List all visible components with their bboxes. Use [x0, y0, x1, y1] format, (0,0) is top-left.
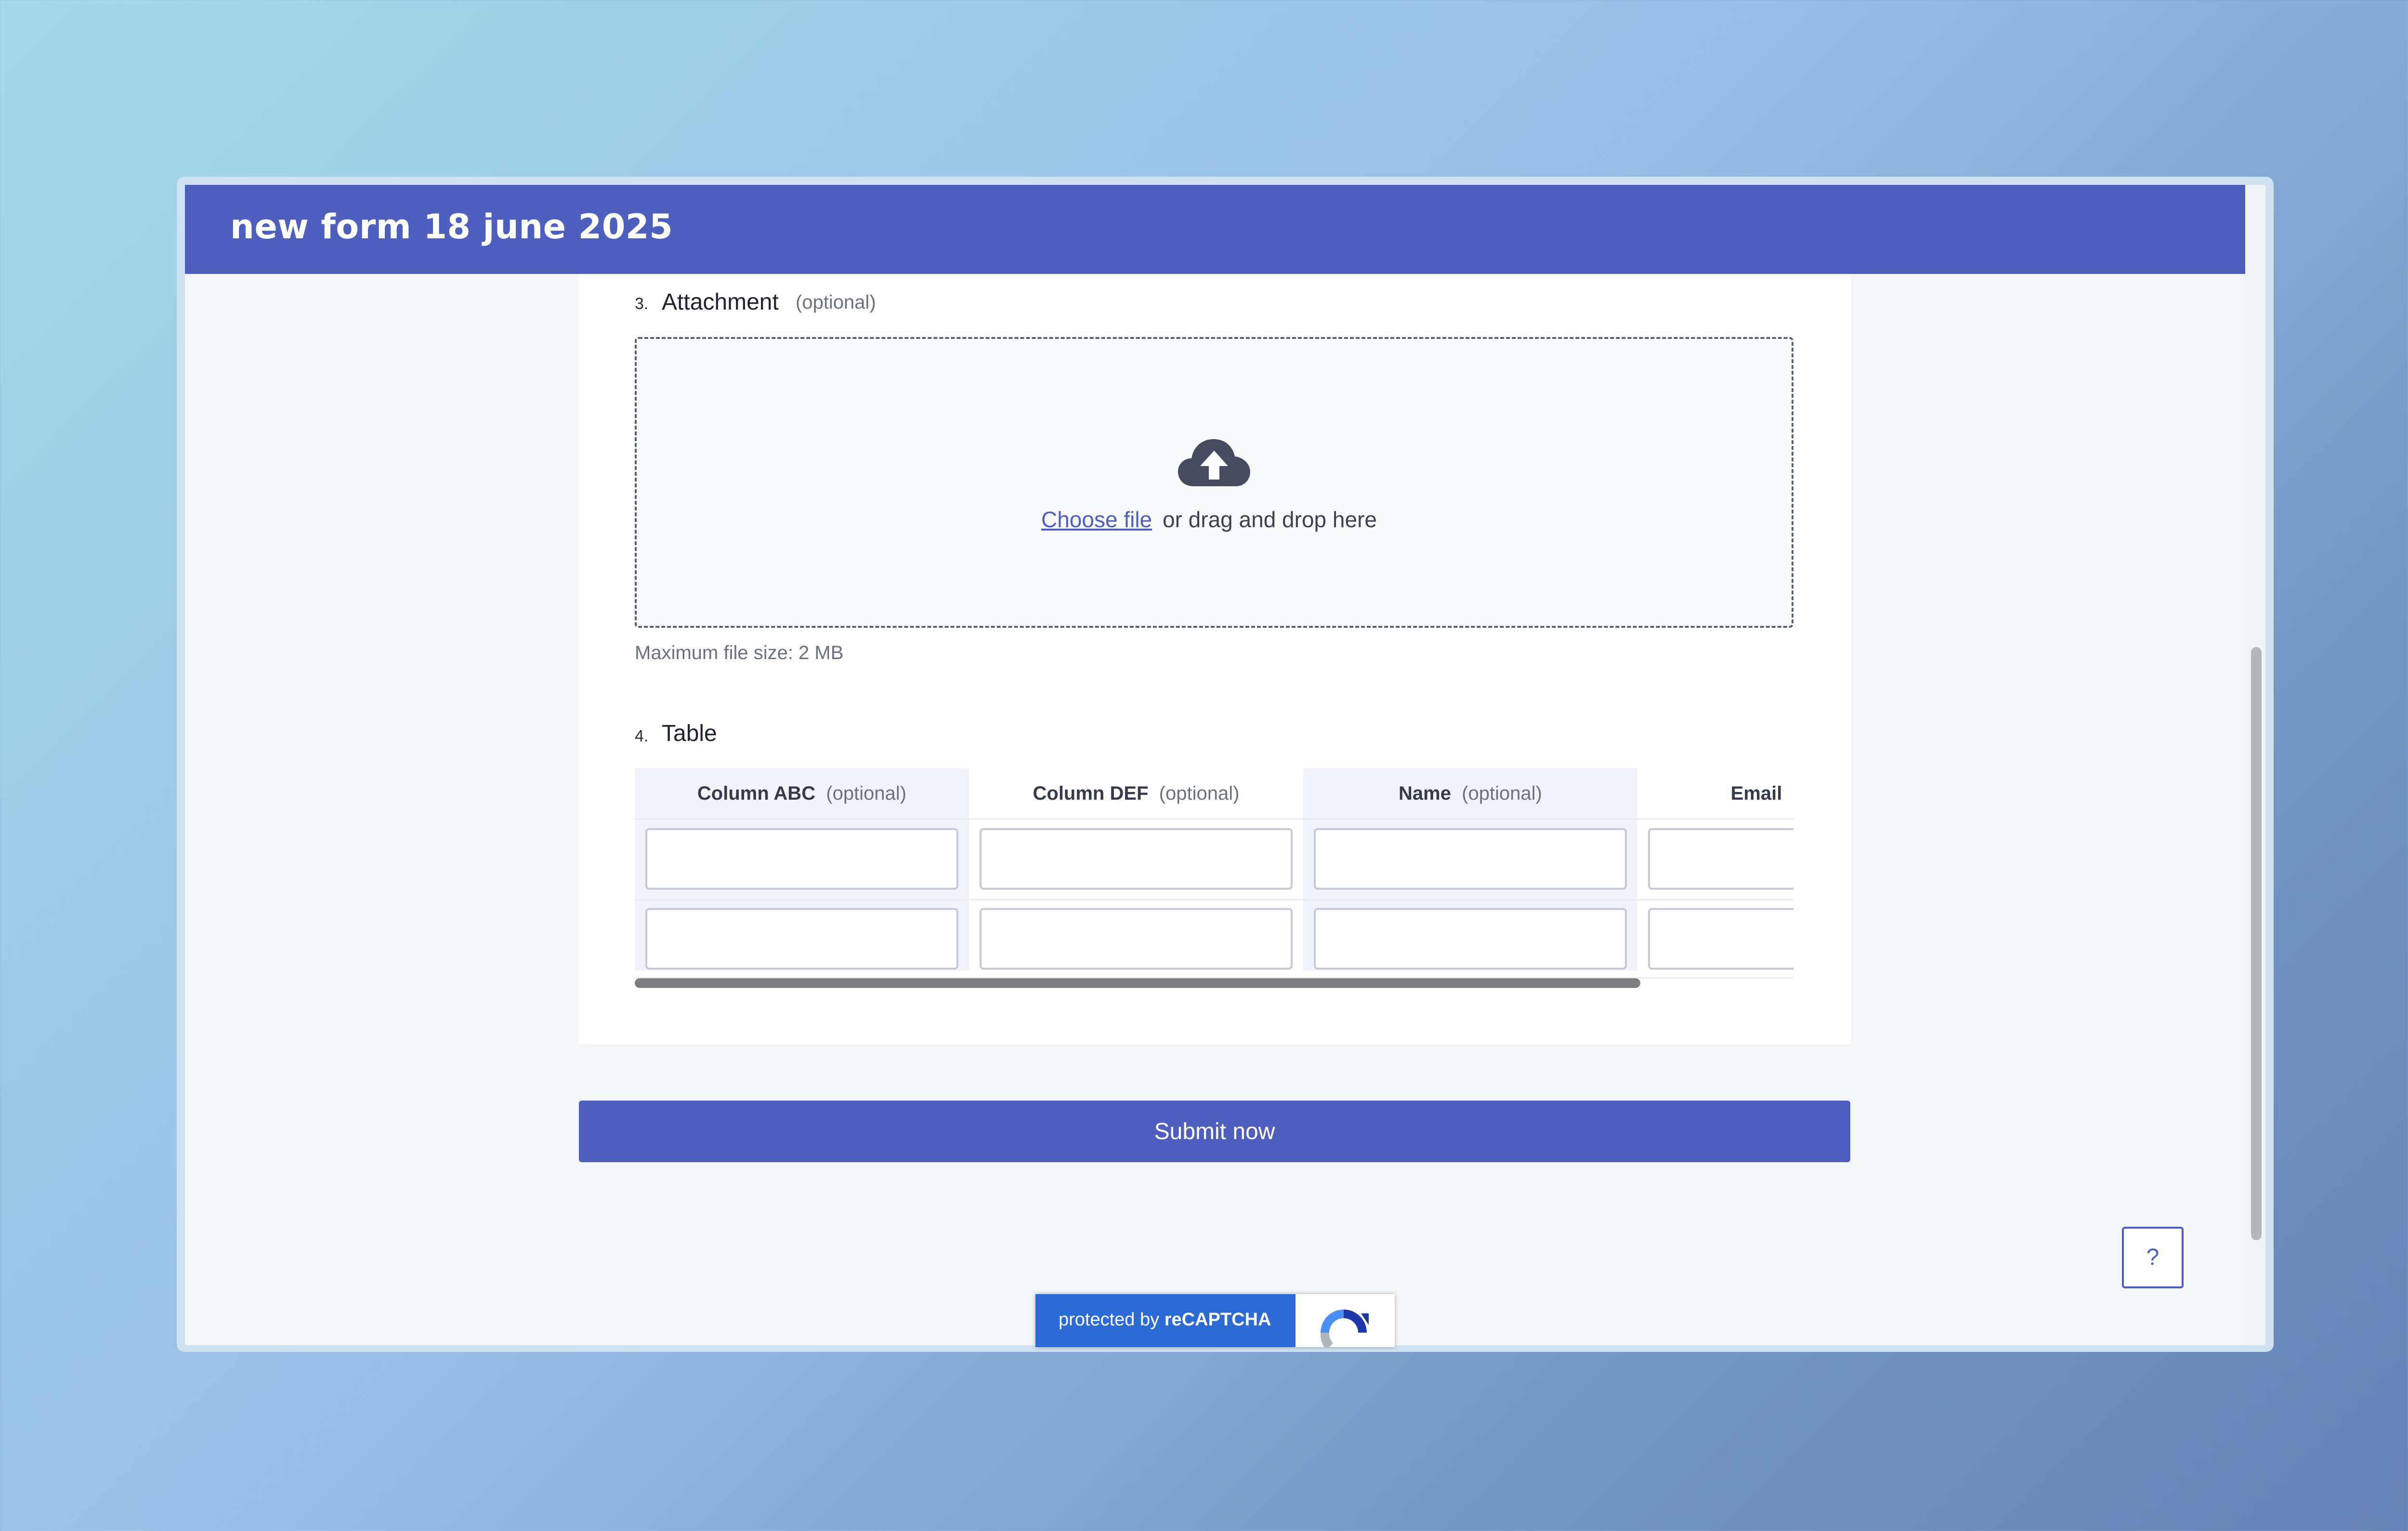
table-label: Table: [662, 721, 717, 746]
column-name: Column ABC: [697, 783, 816, 804]
form-header: new form 18 june 2025: [185, 185, 2245, 274]
help-button[interactable]: ?: [2122, 1227, 2184, 1288]
column-name: Name: [1399, 783, 1451, 804]
column-optional: (optional): [1159, 783, 1240, 804]
submit-button[interactable]: Submit now: [579, 1101, 1850, 1162]
attachment-label: Attachment: [662, 289, 779, 315]
question-number: 3.: [635, 295, 649, 313]
optional-label: (optional): [796, 292, 876, 313]
choose-file-link[interactable]: Choose file: [1041, 506, 1152, 532]
cloud-upload-icon: [1178, 439, 1250, 486]
column-optional: (optional): [1462, 783, 1542, 804]
table-cell-input[interactable]: [1648, 828, 1793, 890]
column-header: Email: [1637, 768, 1793, 819]
horizontal-scrollbar-thumb[interactable]: [635, 978, 1640, 988]
drop-instructions: or drag and drop here: [1163, 507, 1377, 532]
recaptcha-brand: reCAPTCHA: [1164, 1310, 1271, 1330]
column-optional: (optional): [826, 783, 907, 804]
table-cell-input[interactable]: [980, 828, 1293, 890]
recaptcha-logo-icon: [1320, 1310, 1369, 1347]
column-name: Column DEF: [1033, 783, 1149, 804]
max-file-size-hint: Maximum file size: 2 MB: [635, 642, 844, 663]
table-cell-input[interactable]: [645, 908, 958, 970]
recaptcha-label-panel: protected by reCAPTCHA: [1035, 1294, 1296, 1347]
column-header: Column DEF (optional): [969, 768, 1303, 819]
table-cell-input[interactable]: [980, 908, 1293, 970]
recaptcha-badge[interactable]: protected by reCAPTCHA: [1035, 1294, 1395, 1347]
recaptcha-text: protected by reCAPTCHA: [1059, 1310, 1271, 1330]
column-header: Name (optional): [1303, 768, 1637, 819]
row-divider: [635, 899, 1793, 900]
table-cell-input[interactable]: [1314, 828, 1627, 890]
recaptcha-prefix: protected by: [1059, 1310, 1160, 1330]
table-scroll-area[interactable]: Column ABC (optional) Column DEF (option…: [635, 768, 1793, 990]
question-number: 4.: [635, 727, 649, 745]
vertical-scrollbar-thumb[interactable]: [2251, 647, 2262, 1240]
column-header: Column ABC (optional): [635, 768, 969, 819]
table-cell-input[interactable]: [1648, 908, 1793, 970]
table-cell-input[interactable]: [1314, 908, 1627, 970]
column-name: Email: [1730, 783, 1782, 804]
table-cell-input[interactable]: [645, 828, 958, 890]
form-title: new form 18 june 2025: [230, 207, 673, 247]
